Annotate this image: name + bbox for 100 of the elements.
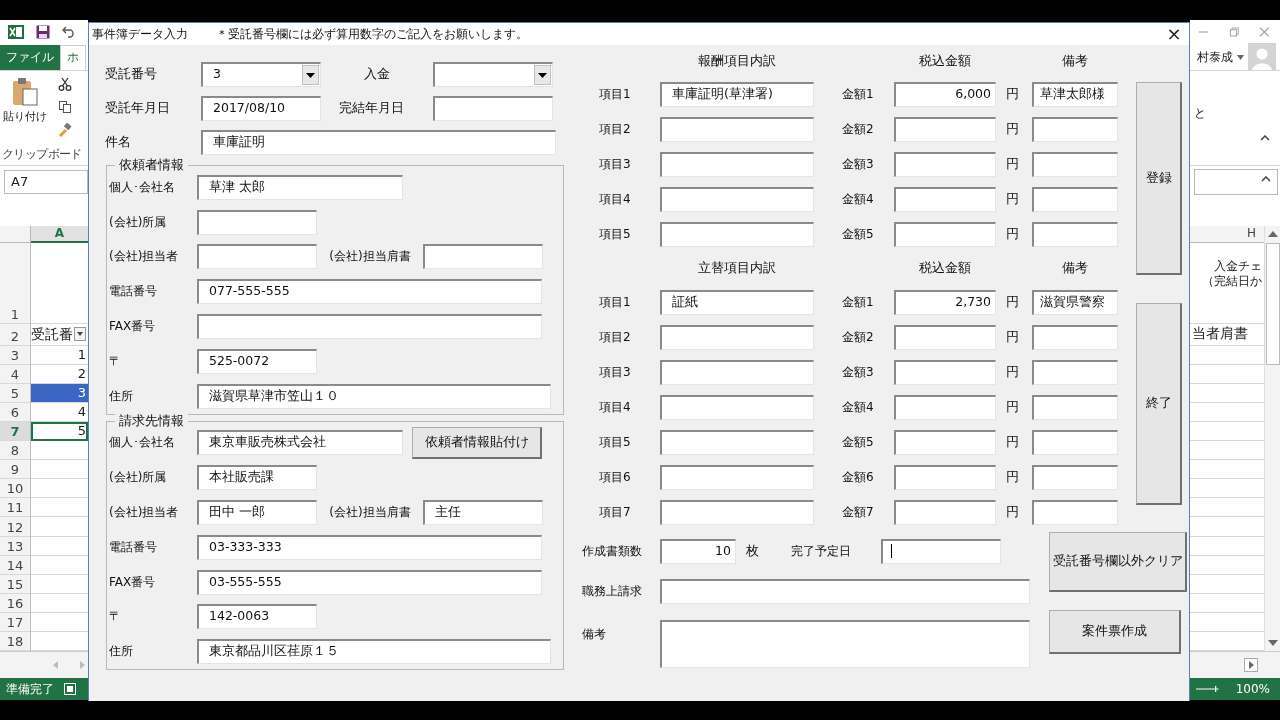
scroll-down-icon[interactable] <box>1267 640 1278 647</box>
user-name[interactable]: 村泰成 <box>1197 48 1233 66</box>
input-field[interactable] <box>660 222 814 247</box>
scissors-icon[interactable] <box>58 76 72 91</box>
input-field[interactable] <box>423 244 543 270</box>
note-field[interactable] <box>1032 187 1118 212</box>
input-field[interactable] <box>660 152 814 177</box>
combo-box[interactable]: 3 <box>201 61 321 87</box>
input-field[interactable]: 10 <box>660 538 736 564</box>
note-field[interactable] <box>1032 117 1118 142</box>
command-button[interactable]: 案件票作成 <box>1049 610 1181 654</box>
input-field[interactable] <box>660 360 814 385</box>
input-field[interactable] <box>433 95 553 121</box>
input-field[interactable] <box>660 395 814 420</box>
input-field[interactable] <box>660 117 814 142</box>
input-field[interactable] <box>197 244 317 270</box>
input-field[interactable]: 東京都品川区荏原１５ <box>197 639 551 665</box>
scroll-left-icon[interactable] <box>52 661 60 670</box>
input-field[interactable]: 証紙 <box>660 290 814 315</box>
input-field[interactable] <box>197 209 317 235</box>
paste-button[interactable]: 貼り付け <box>0 70 50 145</box>
command-button[interactable]: 登録 <box>1136 82 1182 275</box>
input-field[interactable]: 田中 一郎 <box>197 500 317 526</box>
row-header[interactable]: 12 <box>0 517 30 537</box>
row-header[interactable]: 16 <box>0 593 30 613</box>
dropdown-arrow-icon[interactable] <box>302 64 319 85</box>
filter-dropdown-icon[interactable] <box>74 327 86 342</box>
sheet-cell[interactable]: 5 <box>31 422 88 442</box>
row-header[interactable]: 8 <box>0 441 30 461</box>
input-field[interactable]: 本社販売課 <box>197 465 317 491</box>
input-field[interactable]: 077-555-555 <box>197 279 542 305</box>
close-icon[interactable] <box>1259 26 1270 39</box>
row-header[interactable]: 4 <box>0 364 30 384</box>
row-header[interactable]: 6 <box>0 402 30 422</box>
input-field[interactable] <box>660 187 814 212</box>
amount-field[interactable] <box>894 187 996 212</box>
input-field[interactable] <box>660 325 814 350</box>
row-header[interactable]: 9 <box>0 460 30 480</box>
row-header[interactable]: 7 <box>0 422 30 442</box>
name-box[interactable]: A7 <box>4 170 88 195</box>
home-tab[interactable]: ホ <box>60 44 86 70</box>
command-button[interactable]: 受託番号欄以外クリア <box>1049 532 1187 592</box>
input-field[interactable] <box>660 500 814 525</box>
row-header[interactable]: 14 <box>0 555 30 575</box>
copy-icon[interactable] <box>58 99 72 114</box>
amount-field[interactable] <box>894 222 996 247</box>
close-button[interactable]: × <box>1159 23 1189 45</box>
amount-field[interactable] <box>894 430 996 455</box>
note-field[interactable] <box>1032 430 1118 455</box>
note-field[interactable] <box>1032 465 1118 490</box>
input-field[interactable]: 草津 太郎 <box>197 174 403 200</box>
row-header[interactable]: 3 <box>0 345 30 365</box>
note-field[interactable] <box>1032 395 1118 420</box>
amount-field[interactable] <box>894 395 996 420</box>
amount-field[interactable] <box>894 152 996 177</box>
collapse-icon[interactable] <box>1260 134 1270 141</box>
input-field[interactable] <box>197 314 542 340</box>
input-field[interactable]: 142-0063 <box>197 604 317 630</box>
row-header[interactable]: 11 <box>0 498 30 518</box>
amount-field[interactable]: 2,730 <box>894 290 996 315</box>
input-field[interactable]: 03-333-333 <box>197 534 542 560</box>
input-field[interactable]: 525-0072 <box>197 348 317 374</box>
input-field[interactable]: 車庫証明 <box>201 129 556 155</box>
amount-field[interactable] <box>894 117 996 142</box>
paste-client-button[interactable]: 依頼者情報貼付け <box>412 426 542 459</box>
command-button[interactable]: 終了 <box>1136 303 1182 505</box>
restore-icon[interactable] <box>1228 26 1240 39</box>
text-area[interactable] <box>660 620 1030 668</box>
dropdown-arrow-icon[interactable] <box>534 64 551 85</box>
amount-field[interactable] <box>894 325 996 350</box>
amount-field[interactable] <box>894 360 996 385</box>
caret-icon[interactable] <box>1237 54 1244 60</box>
row-header[interactable]: 5 <box>0 383 30 403</box>
row-header[interactable]: 2 <box>0 323 30 346</box>
input-field[interactable] <box>881 538 1001 564</box>
row-header[interactable]: 10 <box>0 479 30 499</box>
expand-icon[interactable] <box>1261 176 1271 183</box>
note-field[interactable]: 草津太郎様 <box>1032 82 1118 107</box>
column-header[interactable]: A <box>31 225 88 243</box>
note-field[interactable] <box>1032 152 1118 177</box>
file-tab[interactable]: ファイル <box>0 44 60 70</box>
input-field[interactable]: 2017/08/10 <box>201 95 321 121</box>
input-field[interactable] <box>660 430 814 455</box>
row-header[interactable]: 1 <box>0 242 30 324</box>
row-header[interactable]: 13 <box>0 536 30 556</box>
row-header[interactable]: 17 <box>0 612 30 632</box>
save-icon[interactable] <box>36 25 50 40</box>
amount-field[interactable] <box>894 500 996 525</box>
input-field[interactable]: 主任 <box>423 500 543 526</box>
undo-icon[interactable] <box>62 26 76 39</box>
macro-icon[interactable] <box>64 683 76 696</box>
format-brush-icon[interactable] <box>58 122 72 137</box>
note-field[interactable] <box>1032 500 1118 525</box>
input-field[interactable]: 滋賀県草津市笠山１０ <box>197 383 551 409</box>
zoom-slider-icon[interactable] <box>1196 684 1222 694</box>
note-field[interactable] <box>1032 360 1118 385</box>
note-field[interactable] <box>1032 222 1118 247</box>
vertical-scrollbar[interactable] <box>1264 225 1280 652</box>
input-field[interactable] <box>660 578 1030 604</box>
amount-field[interactable]: 6,000 <box>894 82 996 107</box>
